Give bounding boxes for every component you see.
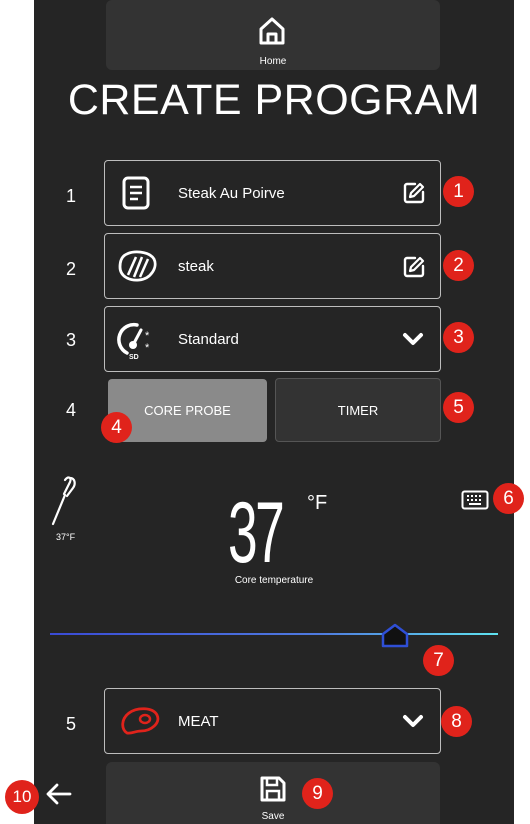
row-number-4: 4 bbox=[65, 400, 76, 420]
standard-mode-icon: SD * * bbox=[117, 322, 150, 361]
cooking-mode-label: Standard bbox=[178, 331, 239, 348]
core-probe-icon bbox=[51, 476, 76, 526]
back-arrow-icon[interactable] bbox=[44, 782, 74, 806]
annotation-badge-1: 1 bbox=[443, 176, 474, 207]
edit-icon[interactable] bbox=[402, 181, 426, 205]
row-number-1: 1 bbox=[65, 186, 76, 206]
timer-label: TIMER bbox=[337, 402, 379, 418]
temperature-label: Core temperature bbox=[234, 575, 314, 586]
home-icon bbox=[259, 17, 285, 45]
chevron-down-icon bbox=[403, 715, 423, 727]
program-name-label: Steak Au Poirve bbox=[178, 185, 285, 202]
annotation-badge-3: 3 bbox=[443, 322, 474, 353]
timer-tab[interactable]: TIMER bbox=[275, 378, 441, 442]
annotation-badge-8: 8 bbox=[441, 706, 472, 737]
food-name-field[interactable]: steak bbox=[104, 233, 441, 299]
category-dropdown[interactable]: MEAT bbox=[104, 688, 441, 754]
save-button[interactable]: Save bbox=[106, 762, 440, 824]
home-label: Home bbox=[259, 56, 287, 67]
temperature-value: 37 bbox=[228, 485, 285, 581]
program-name-field[interactable]: Steak Au Poirve bbox=[104, 160, 441, 226]
page-title: CREATE PROGRAM bbox=[67, 76, 481, 124]
oven-screen: Home CREATE PROGRAM 1 Steak Au Poirve 2 … bbox=[34, 0, 514, 824]
meat-icon bbox=[121, 707, 160, 735]
book-icon bbox=[122, 176, 150, 210]
save-label: Save bbox=[261, 811, 285, 822]
slider-handle[interactable] bbox=[380, 622, 410, 648]
row-number-2: 2 bbox=[65, 259, 76, 279]
annotation-badge-6: 6 bbox=[493, 483, 524, 514]
annotation-badge-7: 7 bbox=[423, 645, 454, 676]
home-button[interactable]: Home bbox=[106, 0, 440, 70]
steak-icon bbox=[118, 250, 157, 282]
cooking-mode-dropdown[interactable]: SD * * Standard bbox=[104, 306, 441, 372]
annotation-badge-4: 4 bbox=[101, 412, 132, 443]
category-label: MEAT bbox=[178, 713, 219, 730]
row-number-3: 3 bbox=[65, 330, 76, 350]
food-name-label: steak bbox=[178, 258, 214, 275]
annotation-badge-5: 5 bbox=[443, 392, 474, 423]
svg-text:*: * bbox=[145, 330, 150, 342]
svg-text:*: * bbox=[145, 342, 150, 354]
save-icon bbox=[260, 776, 286, 802]
annotation-badge-9: 9 bbox=[302, 778, 333, 809]
row-number-5: 5 bbox=[65, 714, 76, 734]
probe-reading: 37°F bbox=[56, 532, 76, 542]
temperature-unit: °F bbox=[307, 492, 328, 514]
svg-text:SD: SD bbox=[129, 354, 139, 361]
temperature-slider[interactable] bbox=[50, 620, 498, 650]
annotation-badge-10: 10 bbox=[5, 780, 39, 814]
keyboard-icon[interactable] bbox=[461, 490, 489, 510]
core-probe-label: CORE PROBE bbox=[144, 403, 231, 418]
chevron-down-icon bbox=[403, 333, 423, 345]
slider-track bbox=[50, 633, 498, 635]
annotation-badge-2: 2 bbox=[443, 250, 474, 281]
core-probe-tab[interactable]: CORE PROBE bbox=[108, 379, 267, 442]
edit-icon[interactable] bbox=[402, 255, 426, 279]
